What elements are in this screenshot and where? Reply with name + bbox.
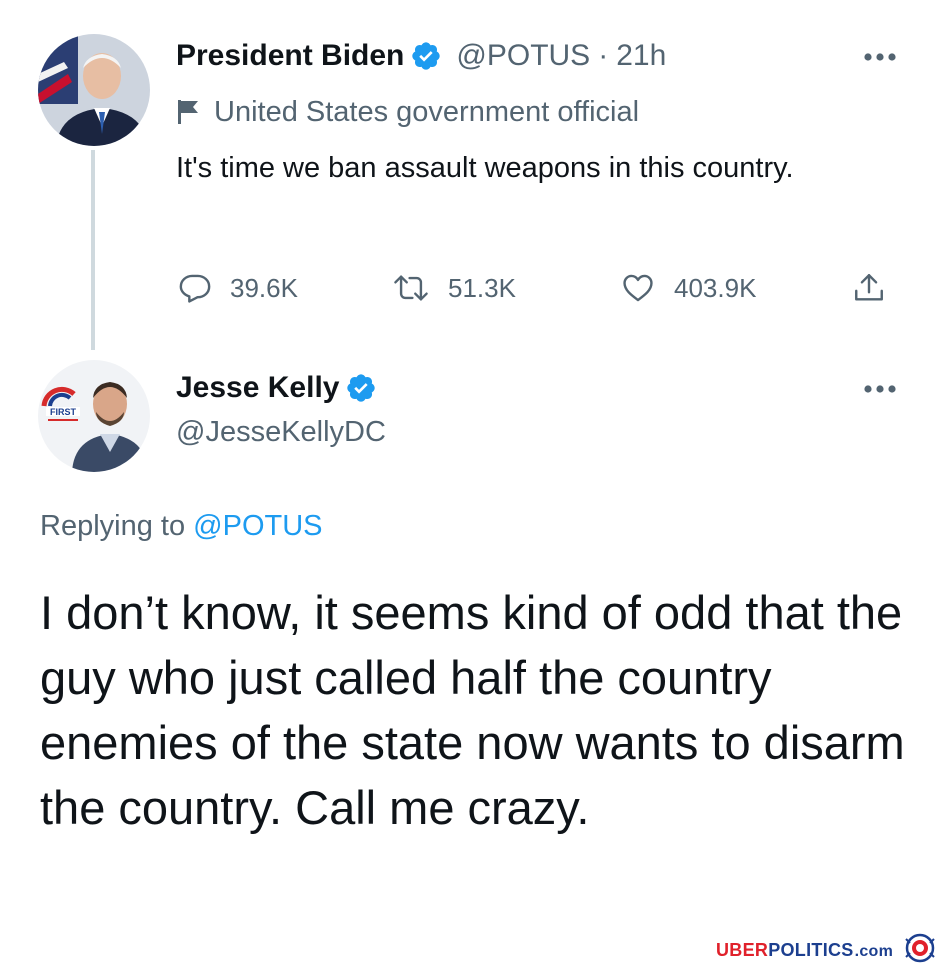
separator-dot: · — [598, 39, 609, 72]
government-label: United States government official — [176, 92, 639, 132]
like-icon — [620, 271, 656, 305]
replying-to-mention[interactable]: @POTUS — [193, 510, 322, 542]
tweet2-display-name[interactable]: Jesse Kelly — [176, 371, 339, 405]
uberpolitics-watermark: UBERPOLITICS.com — [716, 933, 937, 967]
reply-count: 39.6K — [230, 272, 298, 303]
share-icon — [852, 271, 886, 305]
avatar-jesse-kelly[interactable]: FIRST — [38, 360, 150, 472]
thread-connector-line — [91, 150, 95, 350]
reply-icon — [178, 271, 212, 305]
like-count: 403.9K — [674, 272, 757, 303]
tweet1-text: It's time we ban assault weapons in this… — [176, 152, 794, 184]
retweet-count: 51.3K — [448, 272, 516, 303]
government-label-text: United States government official — [214, 95, 640, 128]
tweet1-timestamp[interactable]: 21h — [616, 39, 666, 73]
watermark-uber: UBER — [716, 939, 769, 960]
more-icon[interactable] — [860, 50, 900, 64]
avatar-president-biden[interactable] — [38, 34, 150, 146]
retweet-button[interactable]: 51.3K — [392, 268, 516, 308]
watermark-com: .com — [854, 942, 894, 960]
tweet2-header: Jesse Kelly — [176, 368, 377, 408]
watermark-politics: POLITICS — [768, 939, 854, 960]
more-icon[interactable] — [860, 382, 900, 396]
tweet2-handle[interactable]: @JesseKellyDC — [176, 416, 386, 449]
tweet1-display-name[interactable]: President Biden — [176, 39, 404, 73]
reply-button[interactable]: 39.6K — [178, 268, 298, 308]
retweet-icon — [392, 271, 430, 305]
verified-badge-icon — [345, 372, 377, 404]
tweet1-header: President Biden @POTUS · 21h — [176, 36, 666, 76]
tweet2-text: I don’t know, it seems kind of odd that … — [40, 586, 905, 834]
share-button[interactable] — [852, 268, 886, 308]
tweet1-handle[interactable]: @POTUS — [456, 39, 590, 73]
avatar-badge-text: FIRST — [50, 407, 77, 417]
like-button[interactable]: 403.9K — [620, 268, 756, 308]
flag-icon — [176, 98, 200, 126]
uberpolitics-logo-icon — [903, 933, 937, 967]
replying-to: Replying to @POTUS — [40, 510, 323, 543]
verified-badge-icon — [410, 40, 442, 72]
replying-prefix: Replying to — [40, 510, 194, 542]
